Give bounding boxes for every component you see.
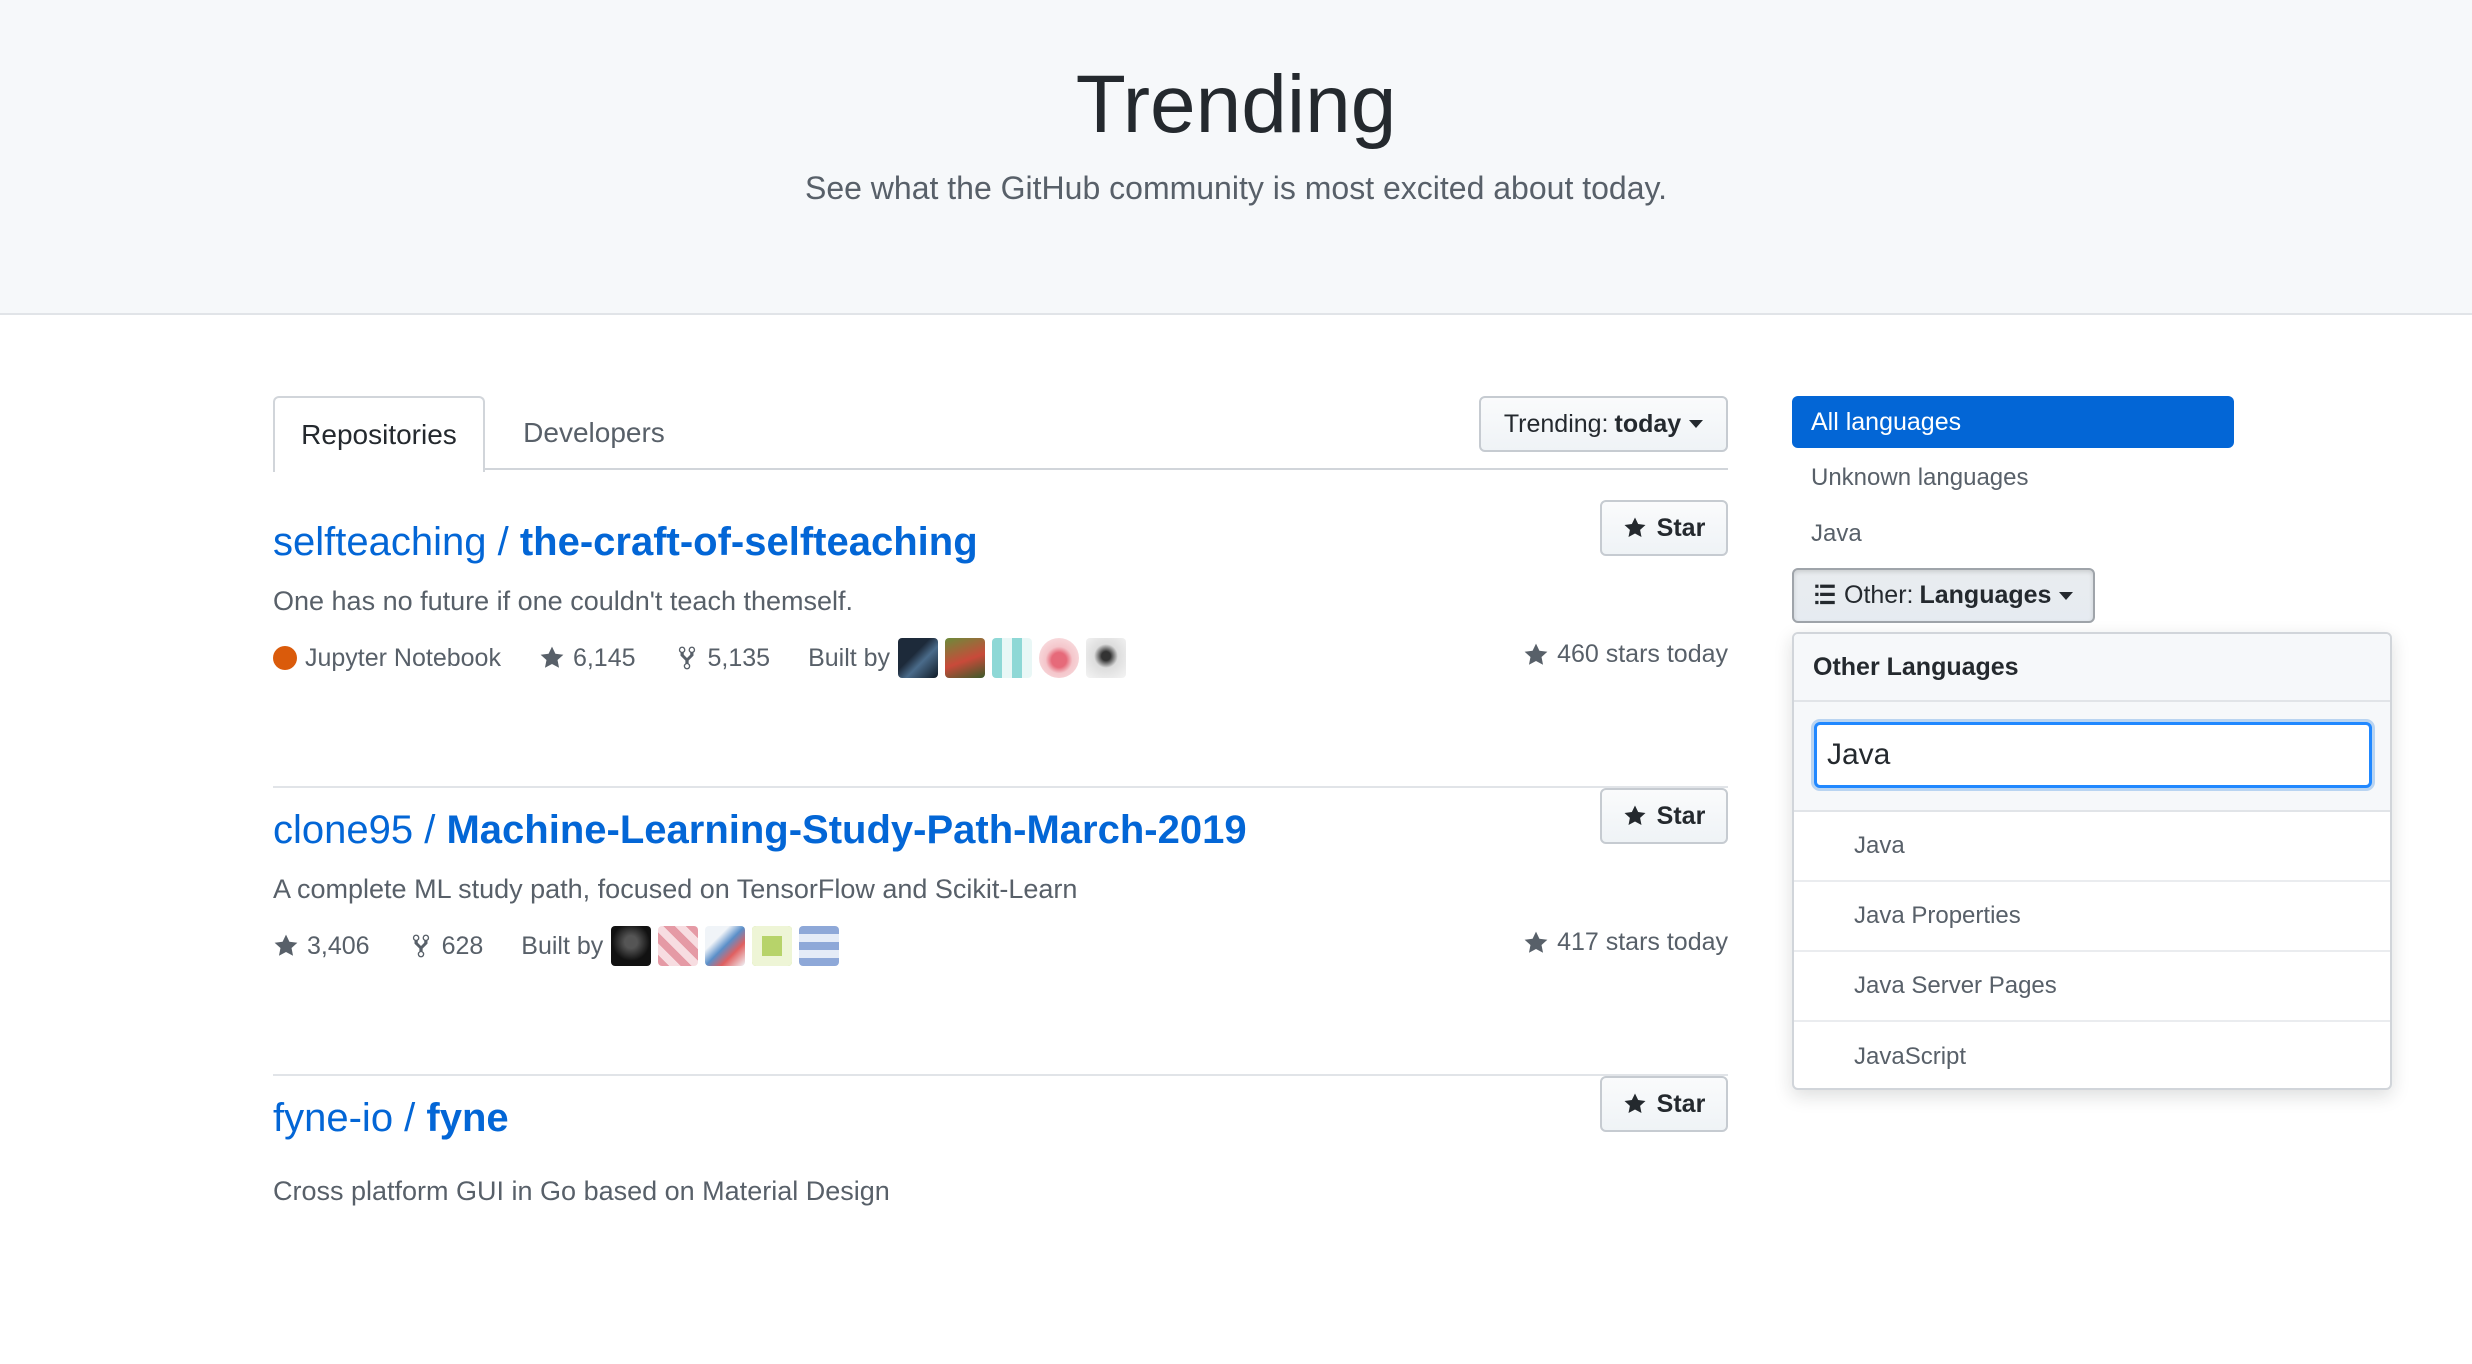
repo-forks-count: 628 bbox=[441, 931, 484, 960]
trending-header: Trending See what the GitHub community i… bbox=[0, 0, 2472, 315]
caret-down-icon bbox=[1689, 420, 1704, 428]
other-languages-menu: Other Languages Java Java Properties Jav… bbox=[1792, 632, 2392, 1090]
repo-title-link[interactable]: clone95 / Machine-Learning-Study-Path-Ma… bbox=[273, 808, 1247, 853]
repo-meta: Jupyter Notebook 6,145 5,135 Built by bbox=[273, 638, 1171, 678]
trending-period-dropdown[interactable]: Trending: today bbox=[1479, 396, 1728, 452]
fork-icon bbox=[412, 934, 429, 958]
avatar[interactable] bbox=[992, 638, 1033, 678]
other-languages-label: Other: bbox=[1844, 581, 1914, 609]
language-unknown[interactable]: Unknown languages bbox=[1811, 464, 2029, 492]
page-title: Trending bbox=[1075, 59, 1397, 150]
star-icon bbox=[1624, 1093, 1646, 1113]
repo-title-link[interactable]: fyne-io / fyne bbox=[273, 1096, 509, 1141]
tab-developers[interactable]: Developers bbox=[519, 396, 669, 470]
trending-period-value: today bbox=[1614, 409, 1682, 438]
fork-icon bbox=[678, 646, 695, 670]
avatar[interactable] bbox=[611, 926, 652, 966]
page-subtitle: See what the GitHub community is most ex… bbox=[804, 170, 1668, 206]
stars-today-text: 417 stars today bbox=[1557, 928, 1728, 956]
star-button[interactable]: Star bbox=[1600, 500, 1728, 556]
star-icon bbox=[540, 646, 564, 668]
star-icon bbox=[1524, 931, 1548, 953]
repo-name: the-craft-of-selfteaching bbox=[519, 520, 978, 564]
repo-item: fyne-io / fyne Star Cross platform GUI i… bbox=[273, 1076, 1728, 1364]
star-icon bbox=[1624, 517, 1646, 537]
built-by-label: Built by bbox=[808, 643, 891, 672]
repo-forks-link[interactable]: 628 bbox=[408, 931, 484, 961]
built-by-label: Built by bbox=[521, 931, 604, 960]
list-icon bbox=[1815, 584, 1835, 604]
built-by: Built by bbox=[521, 926, 846, 966]
language-color-dot bbox=[273, 646, 297, 670]
repo-title-link[interactable]: selfteaching / the-craft-of-selfteaching bbox=[273, 520, 978, 565]
language-java[interactable]: Java bbox=[1811, 520, 1862, 548]
repo-owner: selfteaching / bbox=[273, 520, 520, 564]
star-button[interactable]: Star bbox=[1600, 788, 1728, 844]
repo-name: fyne bbox=[426, 1096, 509, 1140]
tab-repositories[interactable]: Repositories bbox=[273, 396, 485, 472]
stars-today: 417 stars today bbox=[1523, 928, 1728, 957]
repo-language: Jupyter Notebook bbox=[273, 644, 501, 673]
star-button-label: Star bbox=[1656, 801, 1706, 830]
menu-header: Other Languages bbox=[1794, 634, 2390, 702]
menu-item-javascript[interactable]: JavaScript bbox=[1794, 1022, 2390, 1088]
repo-owner: fyne-io / bbox=[273, 1096, 427, 1140]
avatar[interactable] bbox=[1039, 638, 1080, 678]
repo-language-name: Jupyter Notebook bbox=[305, 643, 501, 672]
repo-stars-count: 3,406 bbox=[307, 931, 370, 960]
menu-item-java[interactable]: Java bbox=[1794, 812, 2390, 882]
stars-today-text: 460 stars today bbox=[1557, 640, 1728, 668]
repo-description: Cross platform GUI in Go based on Materi… bbox=[273, 1176, 890, 1206]
repo-meta: 3,406 628 Built by bbox=[273, 926, 884, 966]
avatar[interactable] bbox=[1086, 638, 1127, 678]
repo-item: selfteaching / the-craft-of-selfteaching… bbox=[273, 500, 1728, 788]
built-by: Built by bbox=[808, 638, 1133, 678]
repo-stars-link[interactable]: 6,145 bbox=[539, 644, 636, 673]
star-icon bbox=[1524, 643, 1548, 665]
other-languages-value: Languages bbox=[1919, 581, 2052, 609]
other-languages-dropdown[interactable]: Other: Languages bbox=[1792, 568, 2095, 623]
avatar[interactable] bbox=[705, 926, 746, 966]
repo-description: A complete ML study path, focused on Ten… bbox=[273, 874, 1078, 904]
language-filter-input[interactable] bbox=[1814, 722, 2372, 788]
avatar[interactable] bbox=[898, 638, 939, 678]
avatar[interactable] bbox=[799, 926, 840, 966]
star-icon bbox=[1624, 805, 1646, 825]
repo-forks-link[interactable]: 5,135 bbox=[674, 643, 771, 673]
star-button[interactable]: Star bbox=[1600, 1076, 1728, 1132]
avatar[interactable] bbox=[658, 926, 699, 966]
menu-item-java-properties[interactable]: Java Properties bbox=[1794, 882, 2390, 952]
repo-name: Machine-Learning-Study-Path-March-2019 bbox=[446, 808, 1247, 852]
trending-period-label: Trending: bbox=[1503, 409, 1609, 438]
menu-item-java-server-pages[interactable]: Java Server Pages bbox=[1794, 952, 2390, 1022]
star-icon bbox=[274, 934, 298, 956]
repo-stars-link[interactable]: 3,406 bbox=[273, 932, 370, 961]
menu-filter bbox=[1794, 702, 2390, 812]
repo-item: clone95 / Machine-Learning-Study-Path-Ma… bbox=[273, 788, 1728, 1076]
repo-description: One has no future if one couldn't teach … bbox=[273, 586, 854, 616]
star-button-label: Star bbox=[1656, 1089, 1706, 1118]
language-all[interactable]: All languages bbox=[1792, 396, 2234, 448]
avatar[interactable] bbox=[945, 638, 986, 678]
avatar[interactable] bbox=[752, 926, 793, 966]
tab-bar: Repositories Developers Trending: today bbox=[273, 396, 1728, 472]
star-button-label: Star bbox=[1656, 513, 1706, 542]
repo-forks-count: 5,135 bbox=[707, 643, 771, 672]
repo-stars-count: 6,145 bbox=[572, 643, 636, 672]
stars-today: 460 stars today bbox=[1523, 640, 1728, 669]
repo-owner: clone95 / bbox=[273, 808, 447, 852]
caret-down-icon bbox=[2059, 591, 2074, 600]
